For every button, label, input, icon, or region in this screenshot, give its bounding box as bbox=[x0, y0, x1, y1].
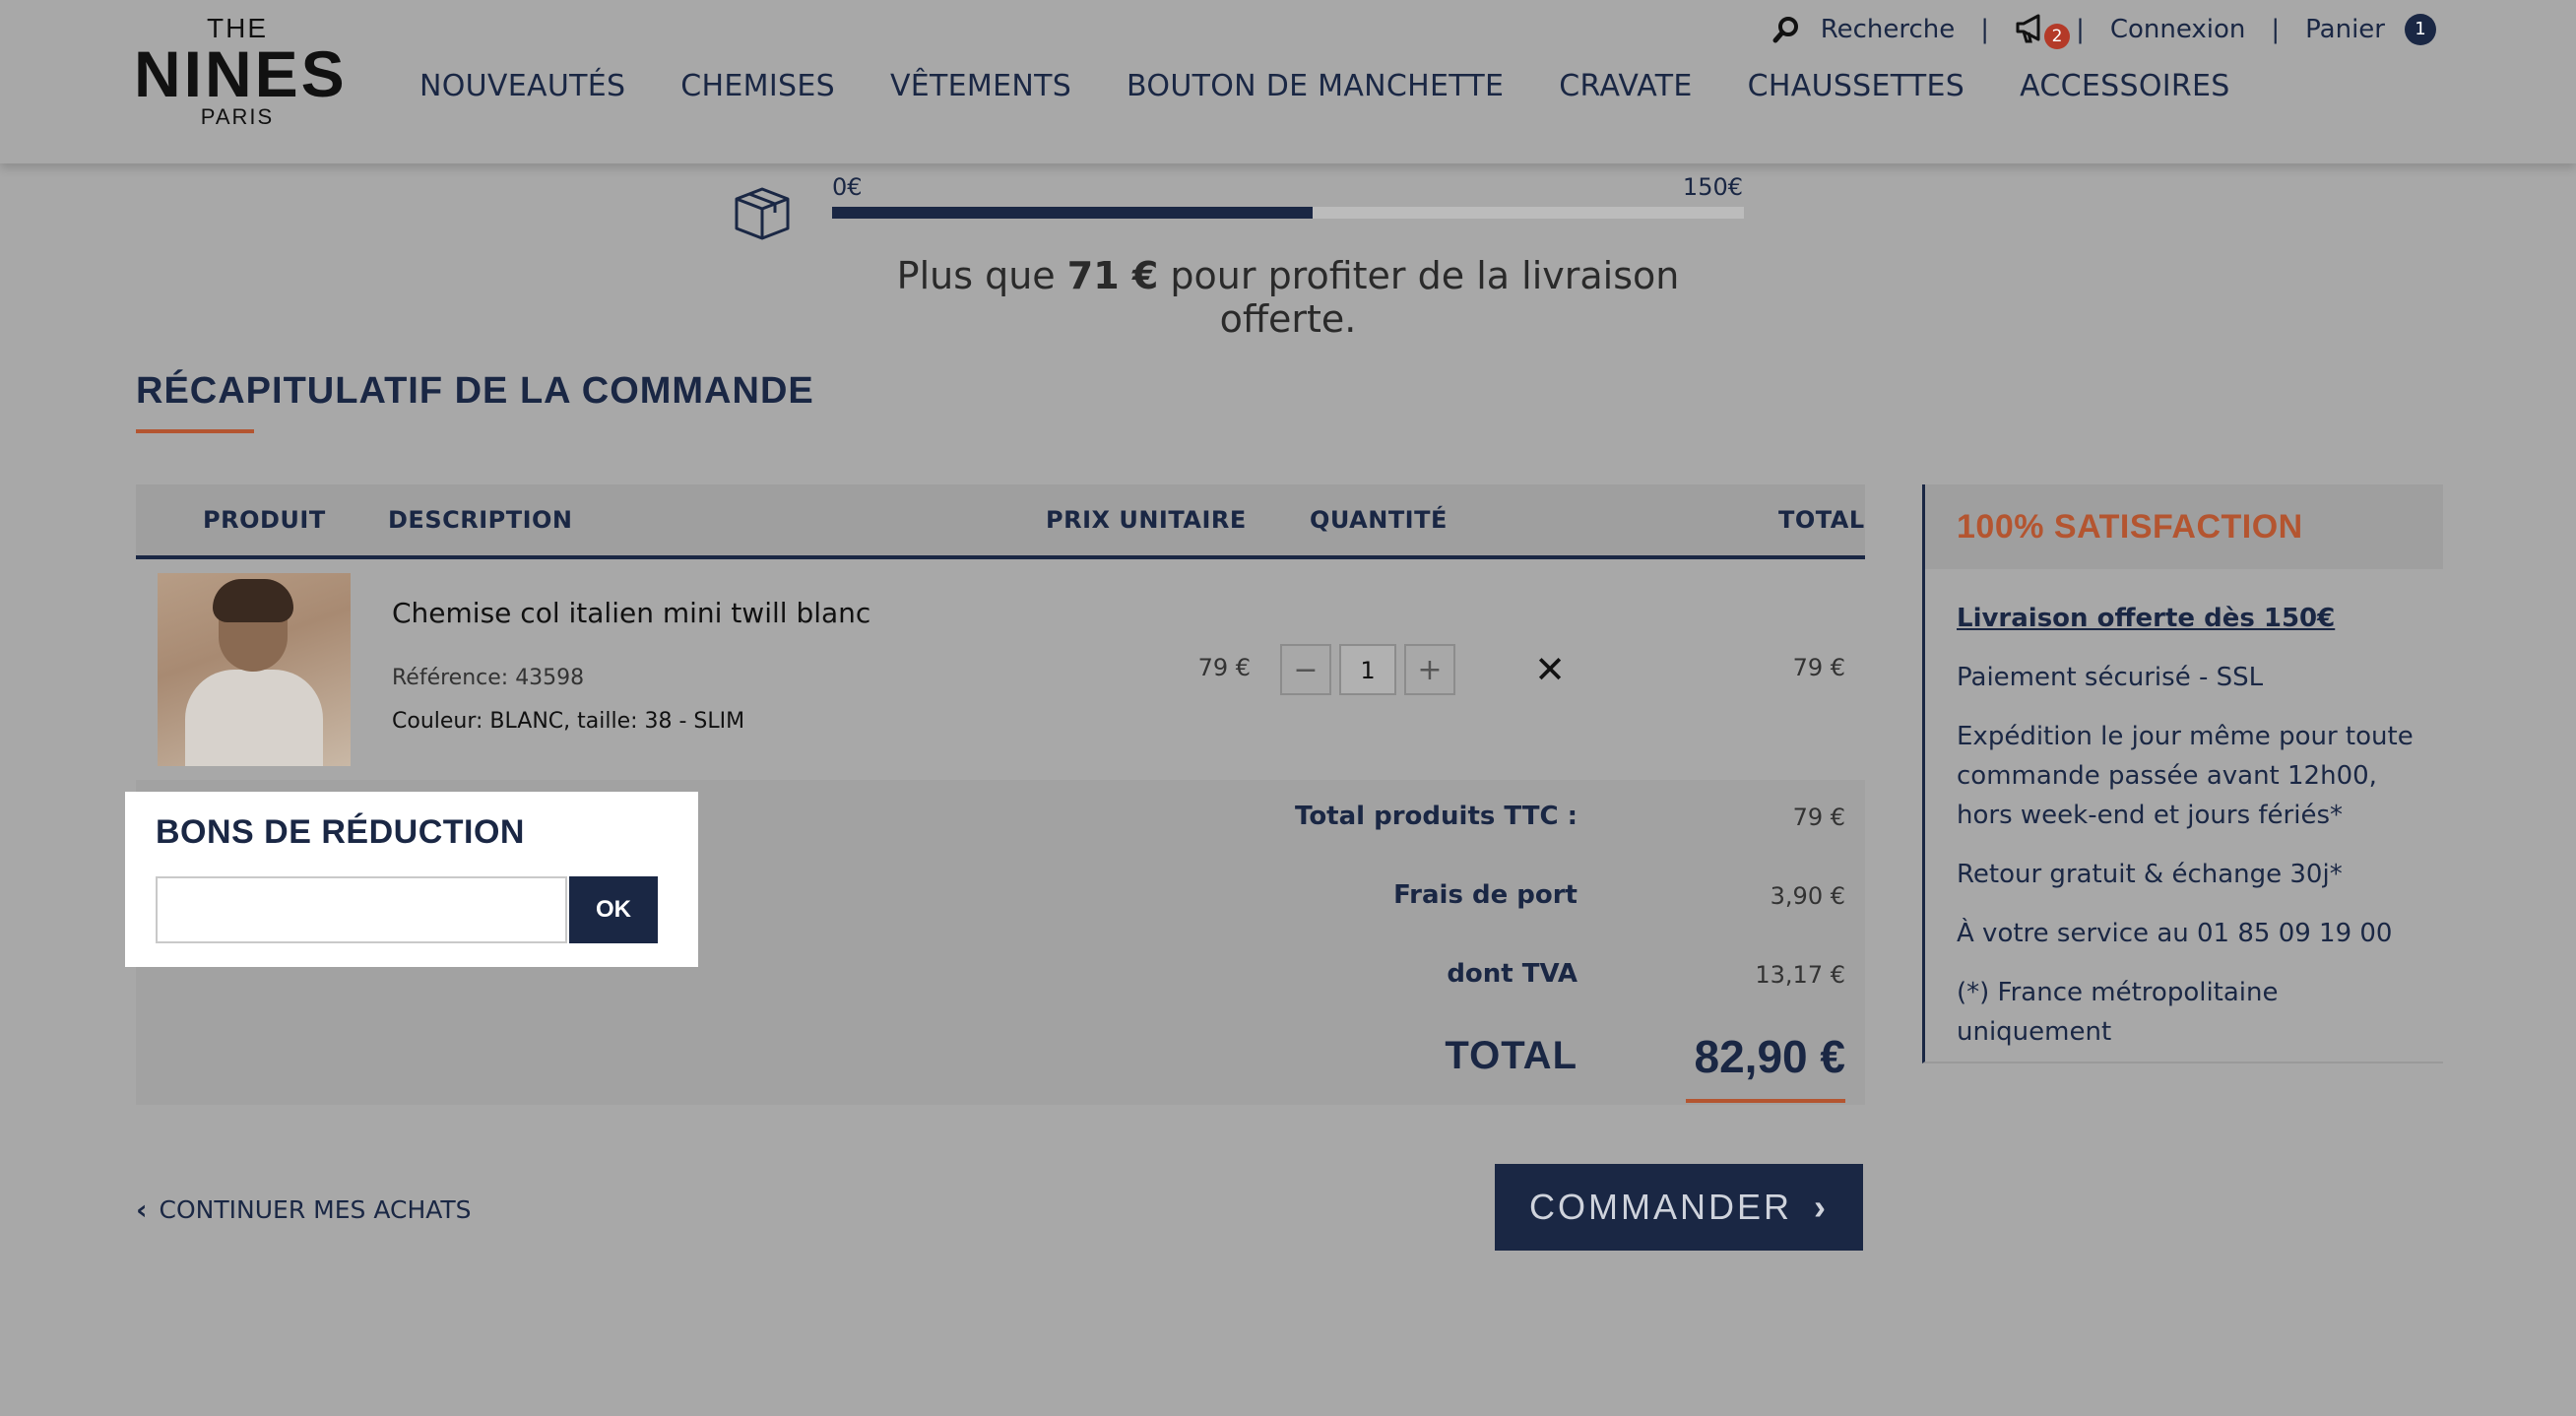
decrease-quantity-button[interactable]: − bbox=[1280, 644, 1331, 695]
separator: | bbox=[2076, 15, 2085, 44]
remaining-amount: 71 € bbox=[1066, 254, 1159, 297]
col-total: TOTAL bbox=[1778, 506, 1865, 534]
nav-chemises[interactable]: CHEMISES bbox=[680, 69, 835, 103]
separator: | bbox=[1980, 15, 1990, 44]
shipping-cost-label: Frais de port bbox=[1393, 880, 1578, 910]
cart-link[interactable]: Panier 1 bbox=[2305, 14, 2436, 45]
search-icon bbox=[1772, 17, 1798, 43]
product-options: Couleur: BLANC, taille: 38 - SLIM bbox=[392, 709, 745, 734]
satisfaction-panel: 100% SATISFACTION Livraison offerte dès … bbox=[1922, 484, 2443, 1063]
vat-label: dont TVA bbox=[1447, 959, 1578, 989]
free-shipping-progress-bar bbox=[832, 207, 1744, 219]
dispatch-text: Expédition le jour même pour toute comma… bbox=[1957, 722, 2414, 830]
satisfaction-title: 100% SATISFACTION bbox=[1957, 508, 2303, 546]
vat-value: 13,17 € bbox=[1755, 961, 1845, 989]
grand-total-underline bbox=[1686, 1099, 1845, 1103]
products-total-value: 79 € bbox=[1792, 804, 1845, 831]
products-total-label: Total produits TTC : bbox=[1295, 802, 1578, 831]
product-image[interactable] bbox=[158, 573, 351, 766]
col-product: PRODUIT bbox=[203, 506, 326, 534]
continue-shopping-link[interactable]: ‹ CONTINUER MES ACHATS bbox=[136, 1193, 472, 1226]
footnote-text: (*) France métropolitaine uniquement bbox=[1957, 978, 2279, 1047]
nav-nouveautes[interactable]: NOUVEAUTÉS bbox=[419, 69, 625, 103]
quantity-value[interactable]: 1 bbox=[1339, 644, 1396, 695]
grand-total-label: TOTAL bbox=[1445, 1034, 1578, 1077]
remove-item-icon[interactable]: ✕ bbox=[1530, 650, 1570, 689]
package-icon bbox=[735, 187, 790, 240]
search-link[interactable]: Recherche bbox=[1771, 15, 1956, 44]
product-reference: Référence: 43598 bbox=[392, 666, 585, 690]
brand-logo[interactable]: THE NINES PARIS bbox=[134, 14, 348, 130]
notifications-button[interactable]: 2 bbox=[2015, 10, 2076, 49]
continue-shopping-label: CONTINUER MES ACHATS bbox=[159, 1195, 472, 1224]
progress-min-label: 0€ bbox=[832, 173, 863, 201]
nav-chaussettes[interactable]: CHAUSSETTES bbox=[1748, 69, 1964, 103]
cart-count-badge: 1 bbox=[2405, 14, 2436, 45]
col-description: DESCRIPTION bbox=[388, 506, 573, 534]
discount-code-input[interactable] bbox=[156, 876, 567, 943]
grand-total-value: 82,90 € bbox=[1694, 1031, 1845, 1082]
checkout-label: COMMANDER bbox=[1529, 1187, 1792, 1227]
chevron-right-icon: › bbox=[1814, 1187, 1829, 1227]
cart-label: Panier bbox=[2305, 15, 2385, 44]
message-suffix: pour profiter de la livraison offerte. bbox=[1158, 254, 1680, 341]
top-utility-bar: Recherche | 2 | Connexion | Panier 1 bbox=[1771, 10, 2436, 49]
chevron-left-icon: ‹ bbox=[136, 1193, 148, 1226]
site-header: THE NINES PARIS NOUVEAUTÉS CHEMISES VÊTE… bbox=[0, 0, 2576, 163]
table-header: PRODUIT DESCRIPTION PRIX UNITAIRE QUANTI… bbox=[136, 484, 1865, 559]
quantity-stepper: − 1 + bbox=[1280, 644, 1455, 695]
checkout-button[interactable]: COMMANDER › bbox=[1495, 1164, 1863, 1251]
progress-max-label: 150€ bbox=[1682, 173, 1743, 201]
cart-table: PRODUIT DESCRIPTION PRIX UNITAIRE QUANTI… bbox=[136, 484, 1865, 559]
main-nav: NOUVEAUTÉS CHEMISES VÊTEMENTS BOUTON DE … bbox=[419, 69, 2230, 103]
nav-bouton-de-manchette[interactable]: BOUTON DE MANCHETTE bbox=[1127, 69, 1504, 103]
satisfaction-list: Livraison offerte dès 150€ Paiement sécu… bbox=[1957, 599, 2429, 1071]
line-total: 79 € bbox=[1792, 654, 1845, 681]
increase-quantity-button[interactable]: + bbox=[1404, 644, 1455, 695]
nav-vetements[interactable]: VÊTEMENTS bbox=[890, 69, 1071, 103]
table-row: Chemise col italien mini twill blanc Réf… bbox=[136, 559, 1865, 780]
col-quantity: QUANTITÉ bbox=[1310, 506, 1448, 534]
unit-price: 79 € bbox=[1197, 654, 1251, 681]
free-shipping-message: Plus que 71 € pour profiter de la livrai… bbox=[832, 254, 1744, 341]
apply-discount-button[interactable]: OK bbox=[569, 876, 658, 943]
shipping-cost-value: 3,90 € bbox=[1770, 882, 1845, 910]
notifications-badge: 2 bbox=[2044, 24, 2071, 49]
free-shipping-link[interactable]: Livraison offerte dès 150€ bbox=[1957, 599, 2429, 638]
nav-accessoires[interactable]: ACCESSOIRES bbox=[2020, 69, 2230, 103]
login-link[interactable]: Connexion bbox=[2110, 15, 2246, 44]
product-name[interactable]: Chemise col italien mini twill blanc bbox=[392, 597, 870, 629]
satisfaction-header: 100% SATISFACTION bbox=[1925, 484, 2443, 569]
discount-code-title: BONS DE RÉDUCTION bbox=[156, 813, 525, 851]
customer-service-text: À votre service au 01 85 09 19 00 bbox=[1957, 919, 2393, 948]
nav-cravate[interactable]: CRAVATE bbox=[1559, 69, 1692, 103]
returns-text: Retour gratuit & échange 30j* bbox=[1957, 860, 2343, 889]
search-label: Recherche bbox=[1820, 15, 1956, 44]
logo-nines: NINES bbox=[134, 37, 348, 110]
login-label: Connexion bbox=[2109, 15, 2246, 44]
discount-code-box: BONS DE RÉDUCTION OK bbox=[125, 792, 698, 967]
free-shipping-progress-fill bbox=[832, 207, 1313, 219]
separator: | bbox=[2271, 15, 2281, 44]
message-prefix: Plus que bbox=[896, 254, 1067, 297]
order-summary-title: RÉCAPITULATIF DE LA COMMANDE bbox=[136, 370, 814, 412]
title-underline bbox=[136, 429, 254, 433]
secure-payment-text: Paiement sécurisé - SSL bbox=[1957, 663, 2264, 692]
col-unit-price: PRIX UNITAIRE bbox=[1046, 506, 1247, 534]
